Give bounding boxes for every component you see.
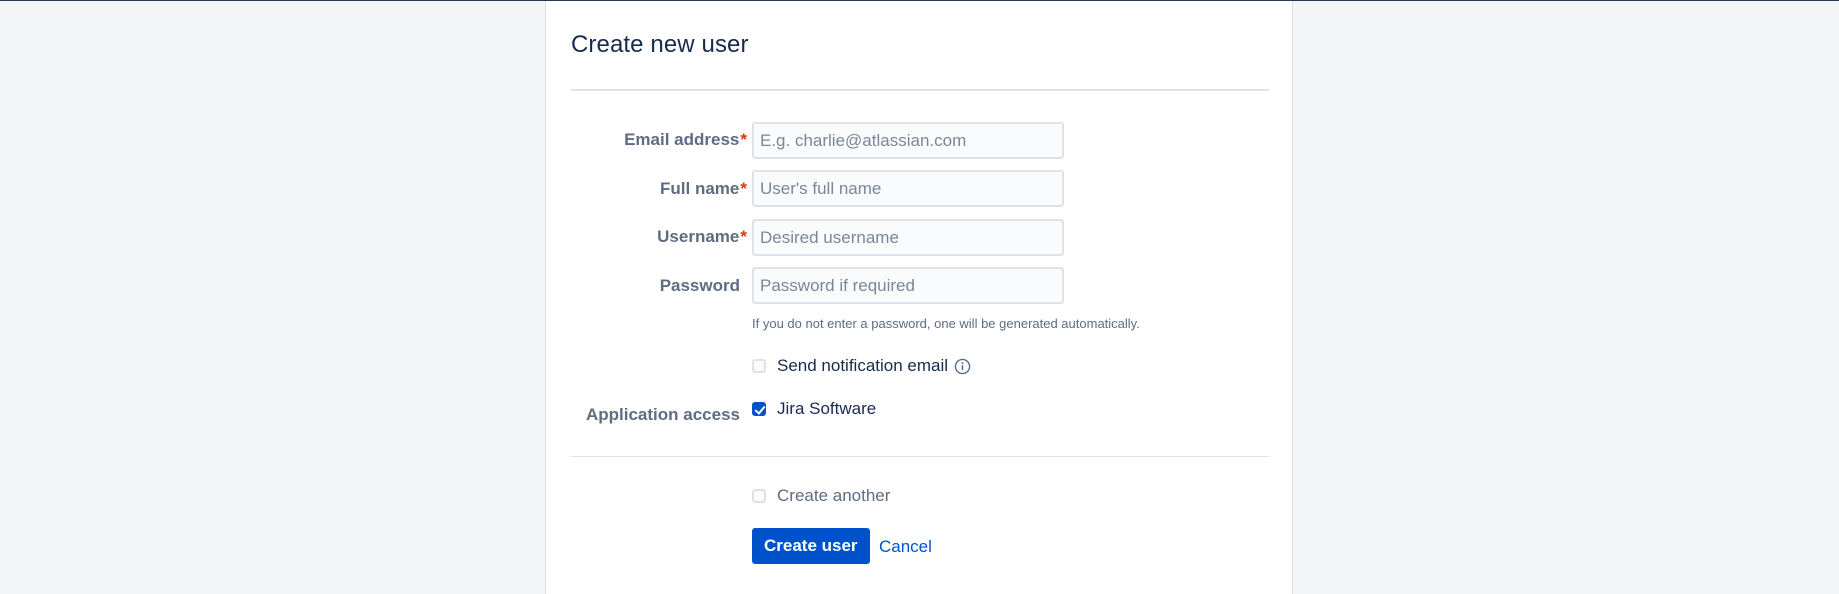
username-field[interactable]	[752, 219, 1064, 256]
full-name-label: Full name*	[660, 179, 747, 199]
create-user-dialog: Create new user Email address* Full name…	[545, 1, 1293, 594]
full-name-required-mark: *	[740, 179, 747, 198]
header-divider	[571, 89, 1269, 91]
cancel-link[interactable]: Cancel	[879, 537, 932, 557]
username-label: Username*	[657, 227, 747, 247]
create-user-button[interactable]: Create user	[752, 528, 870, 564]
application-access-label-text: Application access	[585, 405, 740, 424]
jira-software-row: Jira Software	[752, 399, 876, 419]
email-required-mark: *	[740, 130, 747, 149]
full-name-label-text: Full name	[660, 179, 740, 198]
footer-divider	[571, 456, 1269, 457]
create-another-row: Create another	[752, 486, 890, 506]
send-notification-row: Send notification email	[752, 356, 971, 376]
username-required-mark: *	[740, 227, 747, 246]
dialog-title: Create new user	[571, 31, 749, 58]
send-notification-checkbox[interactable]	[752, 359, 766, 373]
password-hint: If you do not enter a password, one will…	[752, 316, 1140, 331]
email-field[interactable]	[752, 122, 1064, 159]
create-another-checkbox[interactable]	[752, 489, 766, 503]
username-label-text: Username	[657, 227, 740, 246]
application-access-label: Application access	[586, 405, 740, 425]
password-label-text: Password	[659, 276, 740, 295]
email-label: Email address*	[624, 130, 747, 150]
full-name-field[interactable]	[752, 170, 1064, 207]
email-label-text: Email address	[624, 130, 740, 149]
password-field[interactable]	[752, 267, 1064, 304]
jira-software-checkbox[interactable]	[752, 402, 766, 416]
info-icon[interactable]	[954, 358, 971, 375]
create-another-label[interactable]: Create another	[777, 486, 890, 506]
send-notification-label[interactable]: Send notification email	[777, 356, 948, 376]
password-label: Password	[660, 276, 740, 296]
jira-software-label[interactable]: Jira Software	[777, 399, 876, 419]
